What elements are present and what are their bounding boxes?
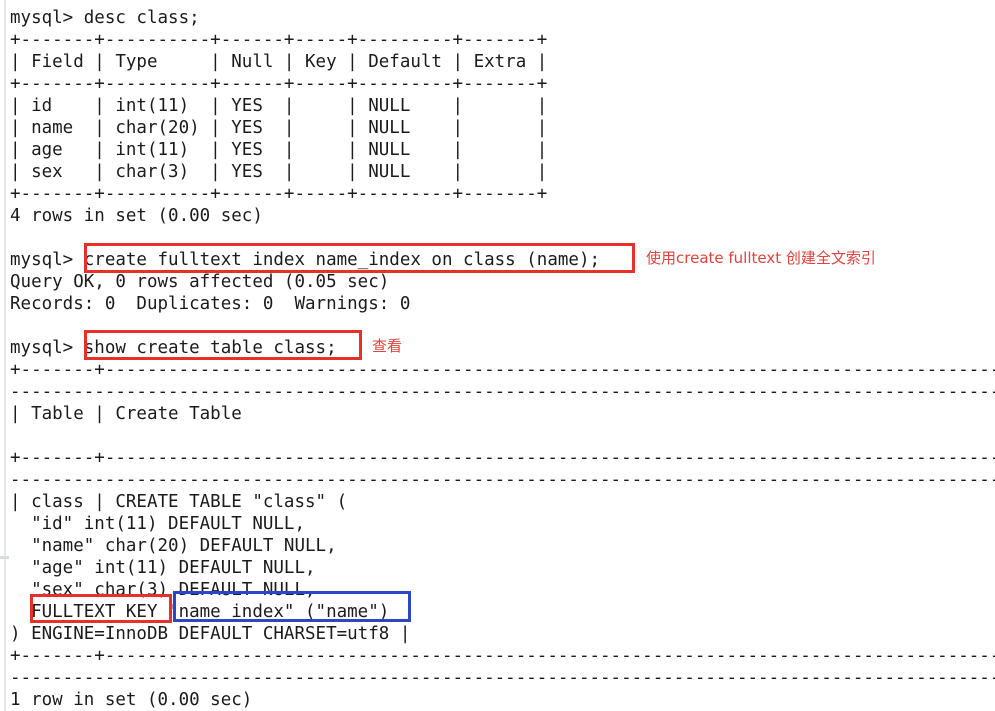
terminal-line: | sex | char(3) | YES | | NULL | |	[10, 162, 548, 182]
terminal-line: 4 rows in set (0.00 sec)	[10, 206, 263, 226]
terminal-line: | id | int(11) | YES | | NULL | |	[10, 96, 548, 116]
terminal-line: Records: 0 Duplicates: 0 Warnings: 0	[10, 294, 411, 314]
terminal-line: "name" char(20) DEFAULT NULL,	[10, 536, 337, 556]
terminal-line: "age" int(11) DEFAULT NULL,	[10, 558, 316, 578]
terminal-line: | Table | Create Table	[10, 404, 242, 424]
terminal-line: | name | char(20) | YES | | NULL | |	[10, 118, 548, 138]
note-create-fulltext: 使用create fulltext 创建全文索引	[646, 249, 876, 267]
terminal-line: ) ENGINE=InnoDB DEFAULT CHARSET=utf8 |	[10, 624, 411, 644]
terminal-line: 1 row in set (0.00 sec)	[10, 690, 253, 710]
terminal-line: | age | int(11) | YES | | NULL | |	[10, 140, 548, 160]
terminal-line: +-------+-------------------------------…	[10, 360, 995, 380]
terminal-line: | Field | Type | Null | Key | Default | …	[10, 52, 548, 72]
terminal-screenshot: mysql> desc class; +-------+----------+--…	[0, 0, 995, 711]
terminal-line: +-------+-------------------------------…	[10, 646, 995, 666]
terminal-line: +-------+----------+------+-----+-------…	[10, 184, 548, 204]
terminal-line: ----------------------------------------…	[10, 668, 995, 688]
terminal-line: mysql> desc class;	[10, 8, 200, 28]
note-show-create: 查看	[372, 337, 403, 355]
terminal-line: "sex" char(3) DEFAULT NULL,	[10, 580, 316, 600]
terminal-line: mysql> create fulltext index name_index …	[10, 250, 601, 270]
terminal-line: +-------+----------+------+-----+-------…	[10, 74, 548, 94]
terminal-line: "id" int(11) DEFAULT NULL,	[10, 514, 306, 534]
terminal-line: ----------------------------------------…	[10, 470, 995, 490]
terminal-line: Query OK, 0 rows affected (0.05 sec)	[10, 272, 390, 292]
terminal-line: FULLTEXT KEY "name_index" ("name")	[10, 602, 390, 622]
terminal-line: +-------+----------+------+-----+-------…	[10, 30, 548, 50]
terminal-line: ----------------------------------------…	[10, 382, 995, 402]
terminal-line: | class | CREATE TABLE "class" (	[10, 492, 348, 512]
terminal-line: mysql> show create table class;	[10, 338, 337, 358]
terminal-output[interactable]: mysql> desc class; +-------+----------+--…	[0, 0, 995, 711]
terminal-line: +-------+-------------------------------…	[10, 448, 995, 468]
